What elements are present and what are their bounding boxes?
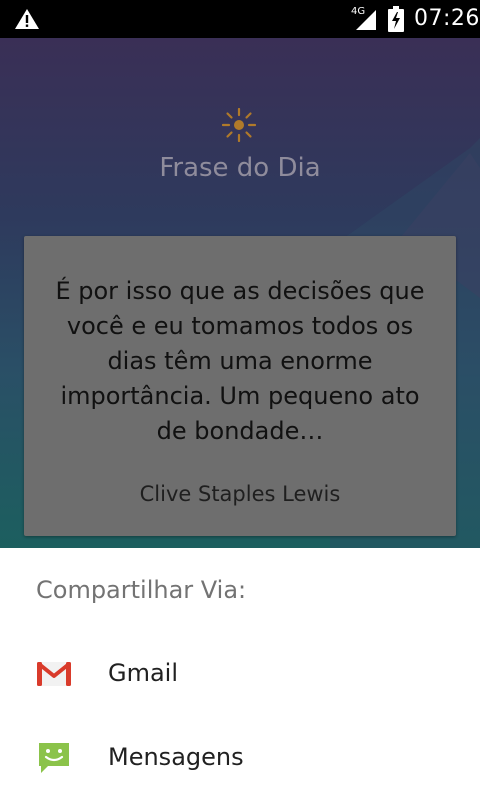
quote-card: É por isso que as decisões que você e eu… — [24, 236, 456, 536]
app-title: Frase do Dia — [159, 153, 321, 183]
share-option-messages[interactable]: Mensagens — [0, 718, 480, 798]
share-sheet-title: Compartilhar Via: — [36, 576, 247, 604]
quote-text: É por isso que as decisões que você e eu… — [55, 277, 425, 445]
signal-icon — [356, 10, 376, 30]
app-background: Frase do Dia É por isso que as decisões … — [0, 38, 480, 548]
share-sheet: Compartilhar Via: Gmail Mensagens — [0, 548, 480, 800]
quote-author: Clive Staples Lewis — [139, 482, 341, 506]
warning-icon — [15, 9, 39, 29]
sun-icon — [222, 108, 256, 142]
clock: 07:26 — [414, 6, 480, 31]
share-option-gmail[interactable]: Gmail — [0, 634, 480, 714]
messages-icon — [39, 743, 69, 773]
gmail-icon — [37, 662, 71, 686]
share-option-label: Gmail — [108, 659, 179, 687]
battery-charging-icon — [388, 6, 404, 32]
status-bar: 4G 07:26 — [0, 0, 480, 38]
screen: 4G 07:26 Frase do Dia É por isso que as … — [0, 0, 480, 800]
share-option-label: Mensagens — [108, 743, 244, 771]
